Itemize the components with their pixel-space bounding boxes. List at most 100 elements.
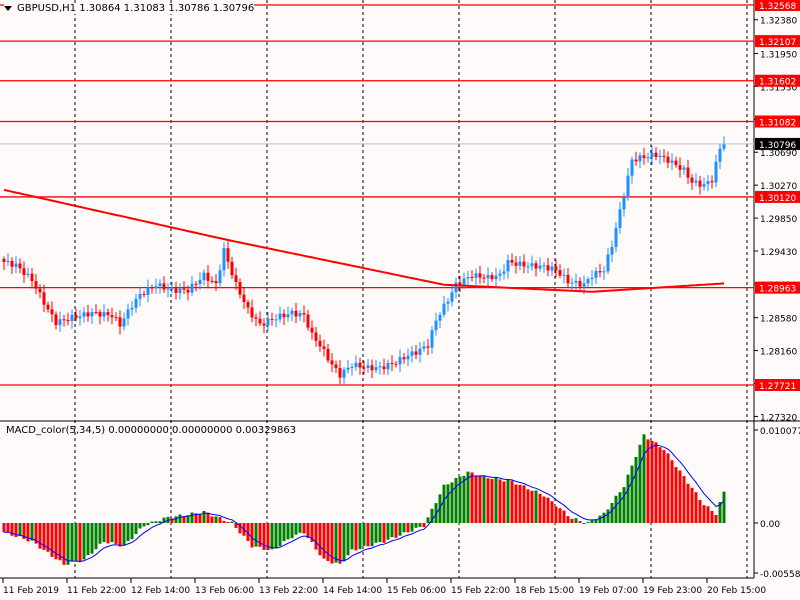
macd-histogram-bar (274, 523, 278, 549)
macd-histogram-bar (130, 523, 134, 540)
bull-candle (718, 148, 722, 162)
time-label: 19 Feb 07:00 (579, 586, 638, 596)
bull-candle (682, 167, 686, 170)
macd-histogram-bar (710, 510, 714, 523)
bear-candle (62, 319, 66, 321)
bull-candle (190, 283, 194, 293)
macd-histogram-bar (306, 523, 310, 538)
macd-histogram-bar (454, 477, 458, 523)
price-tick-label: 1.29850 (760, 215, 797, 225)
macd-histogram-bar (446, 484, 450, 523)
macd-histogram-bar (282, 523, 286, 542)
macd-histogram-bar (138, 523, 142, 529)
bear-candle (334, 364, 338, 368)
bull-candle (670, 160, 674, 163)
bear-candle (66, 319, 70, 321)
macd-histogram-bar (126, 523, 130, 542)
bear-candle (666, 156, 670, 163)
bull-candle (178, 288, 182, 293)
macd-histogram-bar (66, 523, 70, 565)
price-tick-label: 1.30270 (760, 182, 797, 192)
macd-histogram-bar (550, 501, 554, 523)
macd-histogram-bar (566, 516, 570, 523)
bull-candle (658, 155, 662, 157)
bear-candle (114, 317, 118, 319)
macd-histogram-bar (146, 523, 150, 526)
macd-histogram-bar (530, 490, 534, 523)
macd-histogram-bar (302, 523, 306, 534)
bear-candle (254, 317, 258, 319)
macd-histogram-bar (190, 512, 194, 523)
level-price-label: 1.28963 (759, 285, 796, 295)
macd-histogram-bar (250, 523, 254, 548)
macd-histogram-bar (178, 514, 182, 523)
macd-histogram-bar (626, 474, 630, 523)
bull-candle (550, 266, 554, 271)
time-label: 20 Feb 15:00 (707, 586, 766, 596)
bull-candle (78, 316, 82, 319)
chart-canvas[interactable]: 1.323801.319501.315301.311101.306901.302… (0, 0, 800, 600)
macd-histogram-bar (86, 523, 90, 556)
price-tick-label: 1.28580 (760, 315, 797, 325)
macd-histogram-bar (218, 517, 222, 523)
macd-histogram-bar (538, 493, 542, 523)
bull-candle (506, 260, 510, 272)
level-price-label: 1.31082 (759, 119, 796, 129)
dropdown-triangle-icon[interactable] (4, 5, 12, 11)
bear-candle (690, 177, 694, 183)
macd-histogram-bar (470, 472, 474, 523)
macd-histogram-bar (414, 523, 418, 528)
price-tick-label: 1.28160 (760, 348, 797, 358)
bull-candle (406, 355, 410, 360)
bear-candle (242, 294, 246, 303)
bull-candle (298, 313, 302, 317)
bear-candle (710, 181, 714, 183)
bull-candle (14, 263, 18, 267)
macd-histogram-bar (662, 450, 666, 523)
bull-candle (90, 312, 94, 317)
macd-histogram-bar (390, 523, 394, 538)
macd-histogram-bar (490, 479, 494, 523)
macd-histogram-bar (562, 510, 566, 523)
bull-candle (26, 273, 30, 275)
bear-candle (50, 309, 54, 315)
bull-candle (618, 209, 622, 228)
bear-candle (98, 312, 102, 317)
price-tick-label: 1.32380 (760, 17, 797, 27)
macd-histogram-bar (154, 521, 158, 523)
bull-candle (442, 303, 446, 315)
bear-candle (150, 287, 154, 289)
macd-histogram-bar (514, 484, 518, 523)
bull-candle (410, 351, 414, 356)
bull-candle (138, 294, 142, 299)
bull-candle (498, 273, 502, 276)
macd-histogram-bar (654, 442, 658, 523)
bull-candle (714, 161, 718, 183)
bear-candle (282, 313, 286, 318)
macd-histogram-bar (398, 523, 402, 536)
bull-candle (422, 346, 426, 349)
macd-histogram-bar (366, 523, 370, 547)
macd-histogram-bar (642, 434, 646, 523)
bull-candle (446, 301, 450, 304)
macd-histogram-bar (502, 481, 506, 523)
macd-histogram-bar (666, 453, 670, 523)
bear-candle (226, 248, 230, 262)
bear-candle (54, 314, 58, 326)
macd-histogram-bar (222, 520, 226, 523)
bull-candle (602, 271, 606, 273)
bear-candle (634, 159, 638, 162)
macd-histogram-bar (206, 512, 210, 523)
macd-histogram-bar (598, 515, 602, 523)
bear-candle (142, 294, 146, 296)
bull-candle (706, 181, 710, 185)
time-label: 15 Feb 22:00 (451, 586, 510, 596)
macd-histogram-bar (570, 518, 574, 523)
bear-candle (426, 346, 430, 348)
macd-histogram-bar (682, 476, 686, 523)
macd-histogram-bar (102, 523, 106, 542)
bear-candle (390, 362, 394, 364)
bear-candle (534, 263, 538, 269)
bear-candle (214, 280, 218, 284)
macd-histogram-bar (98, 523, 102, 544)
